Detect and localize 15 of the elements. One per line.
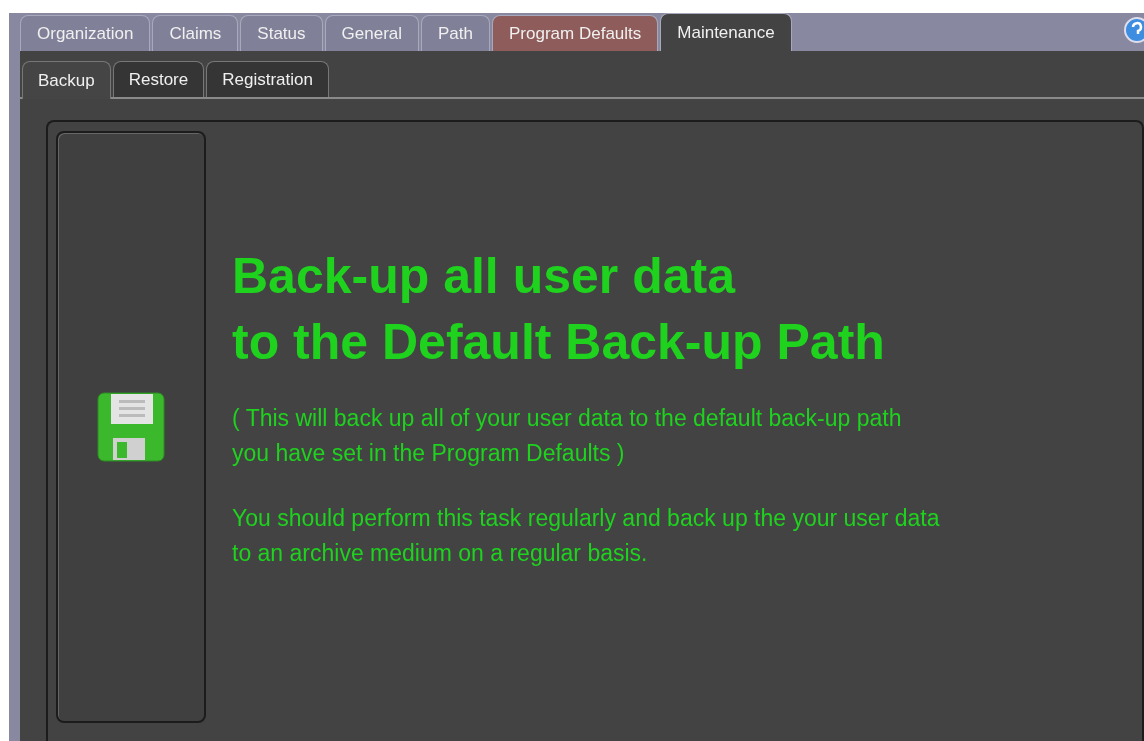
description-text: You should perform this task regularly and back up the your user data to an archive medium on a regular basis. [232, 504, 940, 568]
tab[interactable]: Backup [22, 61, 111, 99]
tab[interactable]: Program Defaults [492, 15, 659, 51]
tab[interactable]: Organization [20, 15, 151, 51]
tab[interactable]: Path [421, 15, 490, 51]
tab[interactable]: Restore [112, 61, 205, 97]
tab[interactable]: Maintenance [660, 13, 792, 51]
tab[interactable]: Registration [206, 61, 329, 97]
heading: Back-up all user data to the Default Back-up Path [232, 247, 886, 372]
help-icon[interactable] [1124, 17, 1144, 43]
tab[interactable]: Status [240, 15, 323, 51]
tab[interactable]: General [324, 15, 420, 51]
backup-button[interactable] [56, 131, 206, 723]
tab[interactable]: Claims [152, 15, 239, 51]
description-text: ( This will back up all of your user data to the default back-up path you have set in the Program Defaults ) [232, 404, 903, 468]
